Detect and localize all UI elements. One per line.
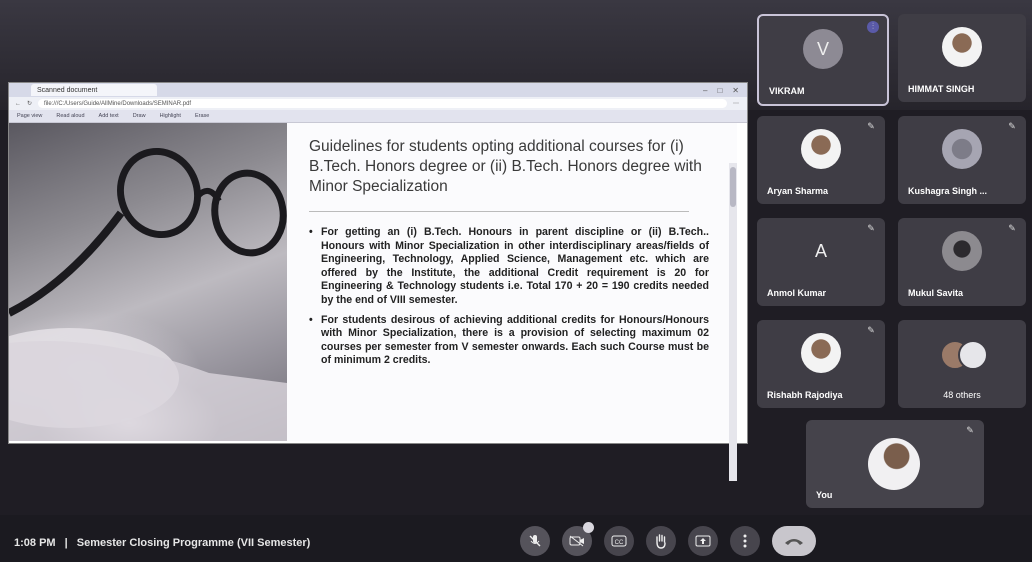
group-avatars-icon: [940, 340, 988, 370]
mic-muted-icon: ✎: [867, 325, 875, 335]
participant-avatar: [942, 27, 982, 68]
participant-name: Anmol Kumar: [767, 288, 827, 298]
others-tile[interactable]: 48 others: [898, 320, 1026, 408]
toolbar-item[interactable]: Page view: [17, 113, 42, 119]
participant-name: HIMMAT SINGH: [908, 84, 975, 94]
participant-tile[interactable]: ✎ Aryan Sharma: [757, 116, 885, 204]
call-controls: CC: [520, 522, 816, 556]
others-count: 48 others: [943, 390, 981, 400]
camera-off-icon[interactable]: [562, 522, 594, 556]
back-icon[interactable]: ←: [15, 101, 21, 107]
close-icon[interactable]: ✕: [732, 86, 739, 95]
participant-name: Mukul Savita: [908, 288, 964, 298]
mic-muted-icon: ✎: [867, 223, 875, 233]
pdf-toolbar: Page view Read aloud Add text Draw Highl…: [9, 110, 747, 123]
meeting-separator: |: [64, 537, 68, 549]
self-avatar: [868, 438, 920, 490]
title-divider: [309, 211, 689, 212]
maximize-icon[interactable]: □: [717, 86, 722, 95]
bullet-text: For students desirous of achieving addit…: [321, 313, 709, 367]
browser-tab[interactable]: Scanned document: [31, 84, 157, 96]
participant-name: Aryan Sharma: [767, 186, 829, 196]
participant-avatar: V: [803, 29, 843, 70]
participant-tile[interactable]: ✎ Rishabh Rajodiya: [757, 320, 885, 408]
participant-tile[interactable]: A ✎ Anmol Kumar: [757, 218, 885, 306]
participant-tile[interactable]: HIMMAT SINGH: [898, 14, 1026, 102]
reload-icon[interactable]: ↻: [27, 100, 32, 107]
mic-muted-icon: ✎: [966, 425, 974, 435]
participant-tile[interactable]: ✎ Kushagra Singh ...: [898, 116, 1026, 204]
meeting-stage: Scanned document – □ ✕ ← ↻ file:///C:/Us…: [0, 0, 1032, 562]
glasses-illustration: [9, 147, 287, 441]
participant-name: Kushagra Singh ...: [908, 186, 988, 196]
mic-muted-icon: ✎: [867, 121, 875, 131]
mic-off-icon[interactable]: [520, 526, 550, 556]
self-tile[interactable]: ✎ You: [806, 420, 984, 508]
toolbar-item[interactable]: Highlight: [160, 113, 181, 119]
mic-muted-icon: ✎: [1008, 223, 1016, 233]
notification-dot-icon: [583, 522, 594, 533]
participant-avatar: [801, 129, 841, 170]
browser-tab-title: Scanned document: [37, 86, 98, 94]
extensions-icon[interactable]: ⋯: [733, 100, 747, 107]
toolbar-item[interactable]: Draw: [133, 113, 146, 119]
end-call-icon[interactable]: [772, 526, 816, 556]
browser-titlebar: Scanned document – □ ✕: [9, 83, 747, 97]
toolbar-item[interactable]: Read aloud: [56, 113, 84, 119]
participant-name: VIKRAM: [769, 86, 805, 96]
mic-muted-icon: ✎: [1008, 121, 1016, 131]
slide-bullet: • For getting an (i) B.Tech. Honours in …: [309, 226, 709, 308]
participant-tile[interactable]: V ⫶ VIKRAM: [757, 14, 889, 106]
raise-hand-icon[interactable]: [646, 526, 676, 556]
slide-photo-glasses: [9, 123, 287, 441]
captions-icon[interactable]: CC: [604, 526, 634, 556]
window-controls: – □ ✕: [703, 86, 747, 95]
participant-avatar: [801, 333, 841, 374]
slide-title: Guidelines for students opting additiona…: [309, 138, 702, 195]
pdf-scrollbar[interactable]: [729, 163, 737, 481]
bullet-text: For getting an (i) B.Tech. Honours in pa…: [321, 226, 709, 306]
url-text: file:///C:/Users/Guide/AllMine/Downloads…: [44, 100, 192, 107]
svg-text:CC: CC: [615, 540, 624, 546]
shared-screen: Scanned document – □ ✕ ← ↻ file:///C:/Us…: [8, 82, 748, 481]
url-field[interactable]: file:///C:/Users/Guide/AllMine/Downloads…: [38, 99, 727, 108]
address-bar: ← ↻ file:///C:/Users/Guide/AllMine/Downl…: [9, 97, 747, 110]
participant-tile[interactable]: ✎ Mukul Savita: [898, 218, 1026, 306]
self-name: You: [816, 490, 833, 500]
bullet-dot-icon: •: [309, 313, 313, 326]
minimize-icon[interactable]: –: [703, 86, 707, 95]
slide-bullet: • For students desirous of achieving add…: [309, 314, 709, 368]
participant-avatar: [942, 129, 982, 170]
meeting-time: 1:08 PM: [14, 537, 56, 549]
toolbar-item[interactable]: Add text: [99, 113, 119, 119]
speaking-indicator-icon: ⫶: [867, 21, 879, 33]
participant-name: Rishabh Rajodiya: [767, 390, 843, 400]
participant-avatar: A: [814, 241, 827, 262]
more-options-icon[interactable]: [730, 526, 760, 556]
bullet-dot-icon: •: [309, 226, 313, 238]
meeting-info: 1:08 PM | Semester Closing Programme (VI…: [14, 537, 310, 549]
slide: Guidelines for students opting additiona…: [9, 123, 737, 481]
slide-text: Guidelines for students opting additiona…: [309, 137, 709, 374]
participant-avatar: [942, 231, 982, 272]
scrollbar-thumb[interactable]: [730, 167, 736, 207]
toolbar-item[interactable]: Erase: [195, 113, 209, 119]
meeting-title: Semester Closing Programme (VII Semester…: [76, 537, 311, 549]
present-icon[interactable]: [688, 526, 718, 556]
